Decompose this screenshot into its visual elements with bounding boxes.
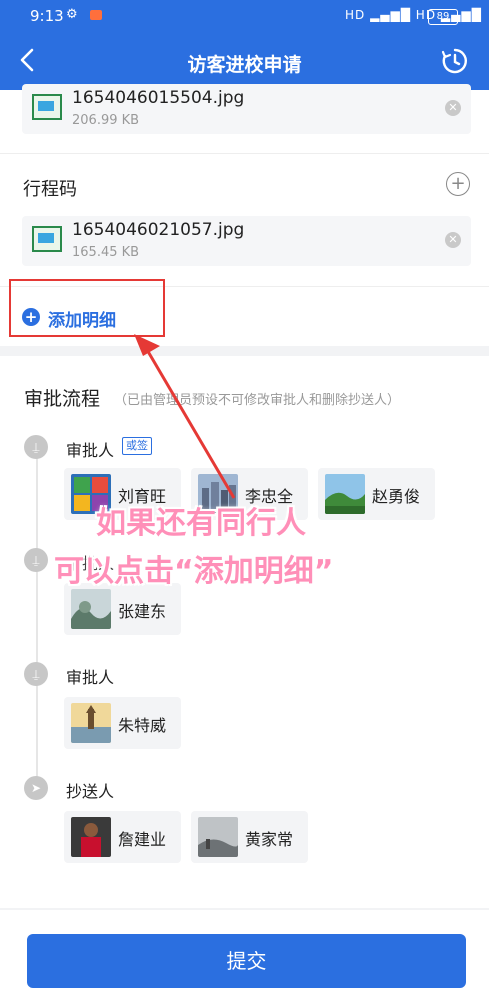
trip-code-file[interactable]: 1654046021057.jpg 165.45 KB ✕ [22, 216, 471, 266]
caption-line-1: 如果还有同行人 [96, 506, 306, 541]
avatar [71, 589, 111, 629]
battery-icon: 89 [428, 9, 458, 25]
remove-file-icon[interactable]: ✕ [445, 232, 461, 248]
screen-record-icon [90, 10, 102, 20]
image-thumbnail [32, 94, 62, 120]
status-bar: 9:13 ⚙ HD ▂▄▆█ HD ▂▄▆█ 89 [0, 0, 489, 34]
avatar [71, 817, 111, 857]
divider [0, 153, 489, 154]
approver-icon: ⍊ [24, 548, 48, 572]
approver-chip[interactable]: 朱特威 [64, 697, 181, 749]
cc-chip[interactable]: 黄家常 [191, 811, 308, 863]
remove-file-icon[interactable]: ✕ [445, 100, 461, 116]
person-name: 朱特威 [118, 716, 167, 735]
approver-chip[interactable]: 赵勇俊 [318, 468, 435, 520]
avatar [198, 817, 238, 857]
cc-send-icon: ➤ [24, 776, 48, 800]
approver-icon: ⍊ [24, 435, 48, 459]
cc-chip[interactable]: 詹建业 [64, 811, 181, 863]
page-title: 访客进校申请 [187, 54, 302, 76]
approval-flow-note: （已由管理员预设不可修改审批人和删除抄送人） [114, 393, 401, 408]
file-size: 165.45 KB [72, 245, 140, 260]
timeline-line [36, 452, 38, 790]
person-name: 詹建业 [118, 830, 167, 849]
submit-button[interactable]: 提交 [27, 934, 466, 988]
highlight-box [9, 279, 165, 337]
person-name: 黄家常 [245, 830, 294, 849]
person-name: 赵勇俊 [372, 487, 421, 506]
status-time: 9:13 [30, 7, 64, 25]
approval-flow-title: 审批流程 [24, 388, 101, 410]
trip-code-label: 行程码 [23, 179, 77, 200]
file-name: 1654046015504.jpg [72, 88, 245, 108]
file-size: 206.99 KB [72, 113, 140, 128]
person-name: 张建东 [118, 602, 167, 621]
approver-icon: ⍊ [24, 662, 48, 686]
file-name: 1654046021057.jpg [72, 220, 245, 240]
caption-line-2: 可以点击“添加明细” [54, 554, 334, 589]
gear-icon: ⚙ [66, 7, 78, 22]
signal-icon: HD ▂▄▆█ HD ▂▄▆█ [345, 8, 482, 22]
approver-chip[interactable]: 张建东 [64, 583, 181, 635]
step-label: 审批人 [66, 668, 115, 687]
step-label: 审批人 [66, 441, 115, 460]
attachment-file[interactable]: 1654046015504.jpg 206.99 KB ✕ [22, 84, 471, 134]
history-timer-icon[interactable] [440, 46, 470, 76]
app-header: 访客进校申请 [0, 34, 489, 90]
add-attachment-icon[interactable]: + [446, 172, 470, 196]
image-thumbnail [32, 226, 62, 252]
avatar [71, 703, 111, 743]
or-sign-badge: 或签 [122, 437, 152, 455]
step-label: 抄送人 [66, 782, 115, 801]
avatar [325, 474, 365, 514]
